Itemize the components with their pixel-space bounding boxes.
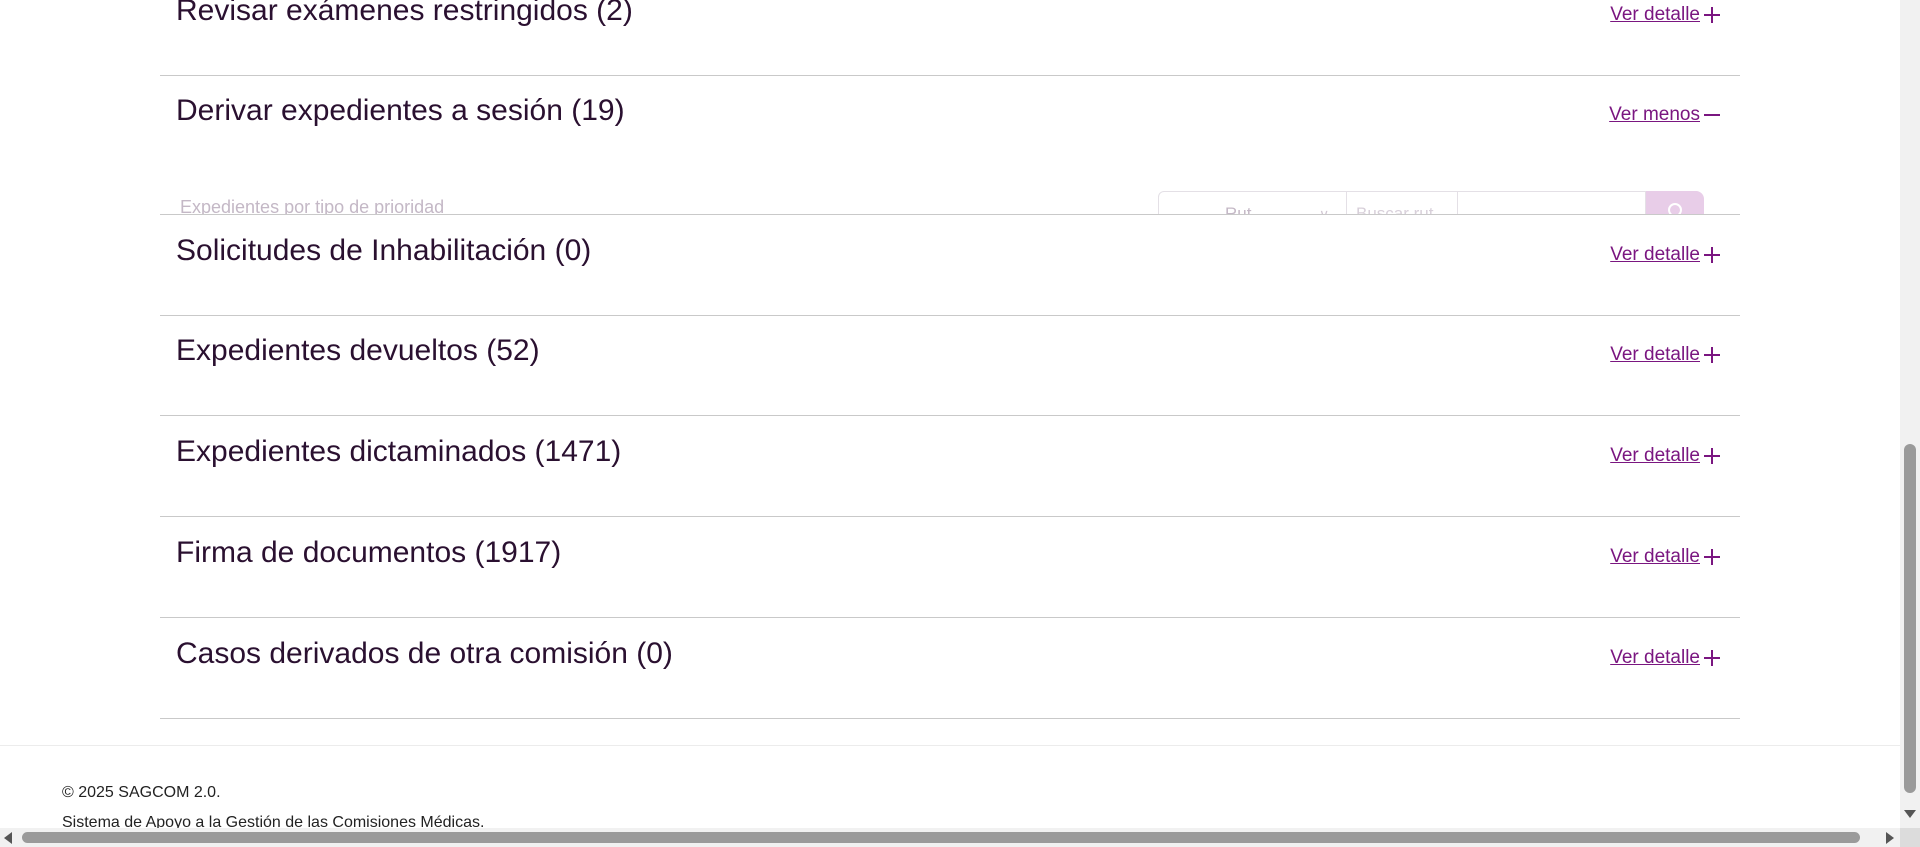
- section-title: Solicitudes de Inhabilitación (0): [176, 234, 592, 267]
- section-title: Revisar exámenes restringidos (2): [176, 0, 633, 27]
- search-rut-input[interactable]: Buscar rut: [1346, 191, 1646, 215]
- link-label[interactable]: Ver detalle: [1610, 4, 1700, 26]
- link-label[interactable]: Ver detalle: [1610, 445, 1700, 467]
- vertical-scrollbar[interactable]: [1900, 0, 1920, 828]
- link-label[interactable]: Ver detalle: [1610, 344, 1700, 366]
- horizontal-scroll-thumb[interactable]: [22, 832, 1860, 843]
- section-solicitudes-inhabilitacion: Solicitudes de Inhabilitación (0) Ver de…: [160, 216, 1740, 316]
- vertical-scroll-thumb[interactable]: [1904, 444, 1916, 793]
- section-title: Derivar expedientes a sesión (19): [176, 94, 625, 127]
- page: Revisar exámenes restringidos (2) Ver de…: [0, 0, 1900, 828]
- plus-icon[interactable]: [1704, 347, 1720, 363]
- scrollbar-corner: [1900, 828, 1920, 847]
- horizontal-scrollbar[interactable]: [0, 828, 1900, 847]
- scroll-down-arrow-icon[interactable]: [1904, 810, 1916, 818]
- scroll-right-arrow-icon[interactable]: [1886, 832, 1894, 844]
- footer-subtitle: Sistema de Apoyo a la Gestión de las Com…: [62, 814, 485, 828]
- section-derivar-expedientes: Derivar expedientes a sesión (19) Ver me…: [160, 76, 1740, 176]
- footer: © 2025 SAGCOM 2.0. Sistema de Apoyo a la…: [0, 745, 1900, 828]
- link-label[interactable]: Ver detalle: [1610, 647, 1700, 669]
- section-title: Expedientes devueltos (52): [176, 334, 540, 367]
- section-firma-documentos: Firma de documentos (1917) Ver detalle: [160, 518, 1740, 618]
- expanded-panel: Expedientes por tipo de prioridad Rut ∨ …: [160, 183, 1740, 215]
- section-title: Expedientes dictaminados (1471): [176, 435, 622, 468]
- chevron-down-icon: ∨: [1319, 206, 1330, 215]
- plus-icon[interactable]: [1704, 650, 1720, 666]
- section-title: Casos derivados de otra comisión (0): [176, 637, 673, 670]
- link-label[interactable]: Ver detalle: [1610, 546, 1700, 568]
- section-casos-derivados: Casos derivados de otra comisión (0) Ver…: [160, 619, 1740, 719]
- link-label[interactable]: Ver detalle: [1610, 244, 1700, 266]
- link-label[interactable]: Ver menos: [1609, 104, 1700, 126]
- search-button[interactable]: [1646, 191, 1704, 214]
- select-value: Rut: [1225, 204, 1252, 215]
- section-title: Firma de documentos (1917): [176, 536, 562, 569]
- search-placeholder: Buscar rut: [1356, 204, 1434, 215]
- section-revisar-examenes: Revisar exámenes restringidos (2) Ver de…: [160, 0, 1740, 76]
- ver-detalle-link[interactable]: Ver detalle: [1610, 546, 1720, 568]
- ver-detalle-link[interactable]: Ver detalle: [1610, 344, 1720, 366]
- section-expedientes-dictaminados: Expedientes dictaminados (1471) Ver deta…: [160, 417, 1740, 517]
- priority-type-label: Expedientes por tipo de prioridad: [180, 197, 445, 215]
- plus-icon[interactable]: [1704, 448, 1720, 464]
- section-expedientes-devueltos: Expedientes devueltos (52) Ver detalle: [160, 316, 1740, 416]
- plus-icon[interactable]: [1704, 549, 1720, 565]
- ver-detalle-link[interactable]: Ver detalle: [1610, 647, 1720, 669]
- ver-detalle-link[interactable]: Ver detalle: [1610, 4, 1720, 26]
- footer-copyright: © 2025 SAGCOM 2.0.: [62, 784, 221, 801]
- ver-detalle-link[interactable]: Ver detalle: [1610, 445, 1720, 467]
- ver-detalle-link[interactable]: Ver detalle: [1610, 244, 1720, 266]
- rut-filter-select[interactable]: Rut ∨: [1159, 192, 1347, 215]
- plus-icon[interactable]: [1704, 247, 1720, 263]
- minus-icon[interactable]: [1704, 107, 1720, 123]
- ver-menos-link[interactable]: Ver menos: [1609, 104, 1720, 126]
- plus-icon[interactable]: [1704, 7, 1720, 23]
- scroll-left-arrow-icon[interactable]: [4, 832, 12, 844]
- search-icon: [1668, 203, 1682, 214]
